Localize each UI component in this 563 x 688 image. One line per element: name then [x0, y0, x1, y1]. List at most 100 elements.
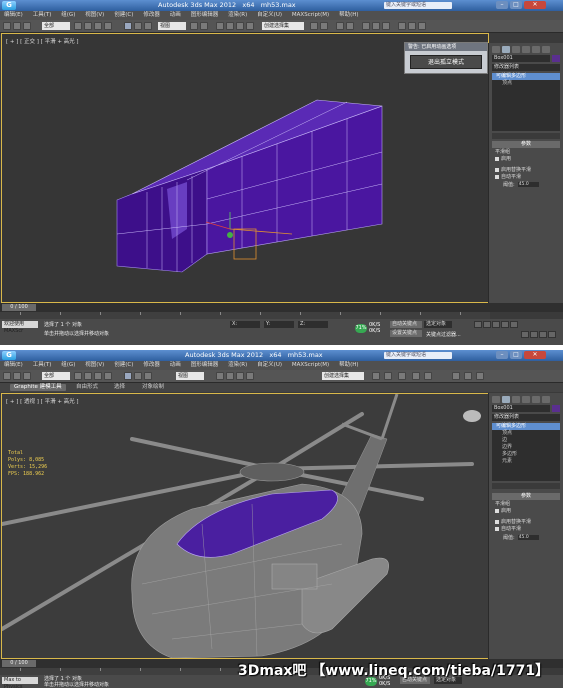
percent-snap-icon[interactable]	[236, 372, 244, 380]
object-color-swatch[interactable]	[552, 55, 560, 62]
object-name-field[interactable]: Box001	[492, 405, 550, 412]
pivot-icon[interactable]	[190, 22, 198, 30]
maximize-button[interactable]: □	[510, 351, 522, 359]
exit-isolation-button[interactable]: 退出孤立模式	[410, 55, 482, 69]
undo-icon[interactable]	[3, 22, 11, 30]
menu-group[interactable]: 组(G)	[61, 361, 75, 370]
close-button[interactable]: ✕	[524, 351, 546, 359]
render-icon[interactable]	[418, 22, 426, 30]
rect-region-icon[interactable]	[94, 372, 102, 380]
params-rollout-header[interactable]: 参数	[492, 141, 560, 148]
frame-counter[interactable]: 0 / 100	[2, 660, 36, 667]
display-tab-icon[interactable]	[532, 396, 540, 403]
threshold-spinner[interactable]: 45.0	[517, 182, 539, 187]
hierarchy-tab-icon[interactable]	[512, 46, 520, 53]
tab-graphite-modeling[interactable]: Graphite 建模工具	[10, 384, 66, 391]
hierarchy-tab-icon[interactable]	[512, 396, 520, 403]
key-filters-button[interactable]: 关键点过滤器...	[426, 331, 461, 338]
minimize-button[interactable]: –	[496, 1, 508, 9]
frame-counter[interactable]: 0 / 100	[2, 304, 36, 311]
menu-graph-editors[interactable]: 图形编辑器	[191, 11, 219, 20]
menu-help[interactable]: 帮助(H)	[339, 11, 358, 20]
param-enable-row[interactable]: 启用	[495, 508, 511, 515]
object-color-swatch[interactable]	[552, 405, 560, 412]
stack-item-editable-poly[interactable]: 可编辑多边形	[492, 423, 560, 430]
play-icon[interactable]	[492, 321, 500, 328]
auto-key-button[interactable]: 自动关键点	[390, 321, 422, 328]
layer-icon[interactable]	[398, 372, 406, 380]
curve-editor-icon[interactable]	[412, 372, 420, 380]
select-icon[interactable]	[74, 372, 82, 380]
material-editor-icon[interactable]	[382, 22, 390, 30]
pan-icon[interactable]	[539, 331, 547, 338]
app-logo-icon[interactable]: G	[2, 351, 16, 360]
rotate-icon[interactable]	[134, 372, 142, 380]
modify-tab-icon[interactable]	[502, 46, 510, 53]
rotate-icon[interactable]	[134, 22, 142, 30]
menu-help[interactable]: 帮助(H)	[339, 361, 358, 370]
utilities-tab-icon[interactable]	[542, 46, 550, 53]
param-check-row-1[interactable]: 启用替换平滑	[495, 519, 531, 526]
auto-smooth-checkbox[interactable]	[495, 526, 499, 531]
link-icon[interactable]	[23, 372, 31, 380]
tab-selection[interactable]: 选择	[110, 384, 129, 391]
stack-item-edge[interactable]: 边	[492, 437, 560, 444]
stack-item-polygon[interactable]: 多边形	[492, 451, 560, 458]
angle-snap-icon[interactable]	[226, 372, 234, 380]
menu-create[interactable]: 创建(C)	[114, 11, 133, 20]
replace-smooth-checkbox[interactable]	[495, 519, 499, 524]
scale-icon[interactable]	[144, 22, 152, 30]
orbit-icon[interactable]	[548, 331, 556, 338]
maximize-button[interactable]: □	[510, 1, 522, 9]
params-rollout-header[interactable]: 参数	[492, 493, 560, 500]
viewport-perspective[interactable]: [ + ] [ 透视 ] [ 平滑 + 高光 ] Total Polys: 8,…	[1, 393, 489, 659]
create-tab-icon[interactable]	[492, 396, 500, 403]
spinner-snap-icon[interactable]	[246, 22, 254, 30]
menu-edit[interactable]: 编辑(E)	[4, 361, 23, 370]
scale-icon[interactable]	[144, 372, 152, 380]
tab-object-paint[interactable]: 对象绘制	[138, 384, 168, 391]
render-icon[interactable]	[476, 372, 484, 380]
render-setup-icon[interactable]	[398, 22, 406, 30]
object-name-field[interactable]: Box001	[492, 55, 550, 62]
menu-edit[interactable]: 编辑(E)	[4, 11, 23, 20]
minimize-button[interactable]: –	[496, 351, 508, 359]
menu-rendering[interactable]: 渲染(R)	[228, 11, 247, 20]
motion-tab-icon[interactable]	[522, 396, 530, 403]
threshold-spinner[interactable]: 45.0	[517, 535, 539, 540]
menu-modifiers[interactable]: 修改器	[143, 11, 160, 20]
undo-icon[interactable]	[3, 372, 11, 380]
param-check-row-2[interactable]: 自动平滑	[495, 526, 521, 533]
named-selection-dropdown[interactable]: 创建选择集	[322, 372, 364, 380]
schematic-view-icon[interactable]	[372, 22, 380, 30]
rendered-frame-icon[interactable]	[464, 372, 472, 380]
snap-icon[interactable]	[216, 22, 224, 30]
param-check-row-1[interactable]: 启用替换平滑	[495, 167, 531, 174]
param-enable-row[interactable]: 启用	[495, 156, 511, 163]
angle-snap-icon[interactable]	[226, 22, 234, 30]
track-bar[interactable]	[0, 312, 490, 319]
zoom-all-icon[interactable]	[530, 331, 538, 338]
set-key-button[interactable]: 设置关键点	[390, 330, 422, 337]
modify-tab-icon[interactable]	[502, 396, 510, 403]
menu-tools[interactable]: 工具(T)	[33, 11, 52, 20]
rect-region-icon[interactable]	[94, 22, 102, 30]
search-input[interactable]: 键入关键字或短语	[384, 2, 452, 9]
go-start-icon[interactable]	[474, 321, 482, 328]
auto-smooth-checkbox[interactable]	[495, 174, 499, 179]
menu-views[interactable]: 视图(V)	[85, 11, 104, 20]
select-manipulate-icon[interactable]	[200, 22, 208, 30]
window-crossing-icon[interactable]	[104, 372, 112, 380]
reference-coord-dropdown[interactable]: 视图	[158, 22, 186, 30]
display-tab-icon[interactable]	[532, 46, 540, 53]
x-coordinate-field[interactable]: X:	[230, 321, 260, 328]
menu-maxscript[interactable]: MAXScript(M)	[292, 11, 329, 20]
mirror-icon[interactable]	[372, 372, 380, 380]
selection-filter-dropdown[interactable]: 全部	[42, 372, 70, 380]
tab-freeform[interactable]: 自由形式	[72, 384, 102, 391]
modifier-list-dropdown[interactable]: 修改器列表	[492, 64, 560, 71]
enable-checkbox[interactable]	[495, 156, 499, 161]
graphite-toggle-icon[interactable]	[346, 22, 354, 30]
z-coordinate-field[interactable]: Z:	[298, 321, 328, 328]
menu-graph-editors[interactable]: 图形编辑器	[191, 361, 219, 370]
